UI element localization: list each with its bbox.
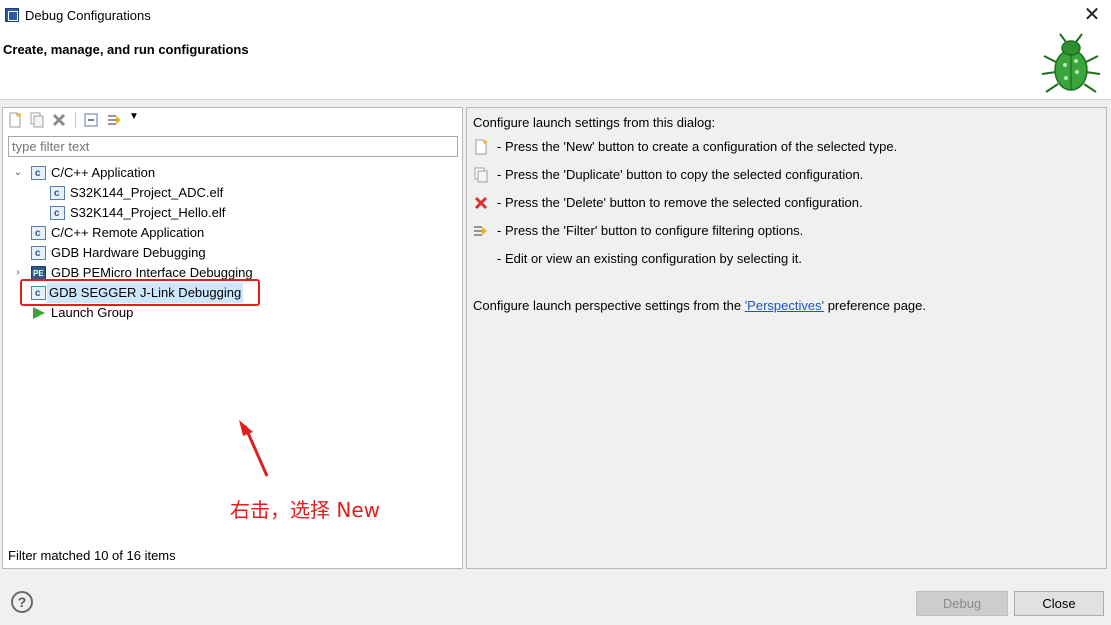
- expand-chevron-icon[interactable]: ⌄: [13, 163, 23, 183]
- delete-config-icon[interactable]: [51, 112, 67, 128]
- c-config-icon: [31, 164, 46, 184]
- tree-label: Launch Group: [51, 305, 134, 320]
- close-window-icon[interactable]: ✕: [1081, 4, 1103, 26]
- duplicate-config-icon[interactable]: [29, 112, 45, 128]
- configuration-tree-pane: ▼ ⌄ C/C++ Application S32K144_Project_AD…: [2, 107, 463, 569]
- filter-dropdown-icon[interactable]: ▼: [129, 111, 139, 122]
- perspectives-prefix: Configure launch perspective settings fr…: [473, 298, 745, 313]
- title-bar: Debug Configurations ✕: [0, 0, 1111, 30]
- toolbar-separator: [75, 112, 76, 128]
- filter-status: Filter matched 10 of 16 items: [8, 548, 176, 563]
- c-config-icon: [31, 224, 46, 244]
- annotation-text: 右击，选择 New: [230, 498, 380, 522]
- filter-icon[interactable]: [107, 112, 123, 128]
- tree-label: C/C++ Application: [51, 165, 156, 180]
- delete-icon: [474, 196, 488, 210]
- tree-item-cpp-remote[interactable]: C/C++ Remote Application: [3, 223, 462, 244]
- pemicro-icon: [31, 264, 46, 284]
- tree-toolbar: ▼: [3, 108, 462, 132]
- help-text: - Press the 'Duplicate' button to copy t…: [497, 167, 864, 182]
- annotation-arrow: [239, 420, 269, 477]
- app-icon: [5, 8, 19, 22]
- new-config-icon[interactable]: [7, 112, 23, 128]
- tree-item-adc-elf[interactable]: S32K144_Project_ADC.elf: [3, 183, 462, 204]
- filter-icon: [474, 226, 487, 236]
- c-config-icon: [50, 184, 65, 204]
- perspectives-link[interactable]: 'Perspectives': [745, 298, 824, 313]
- perspectives-suffix: preference page.: [824, 298, 926, 313]
- help-text: - Press the 'Delete' button to remove th…: [497, 195, 863, 210]
- window-title: Debug Configurations: [25, 8, 151, 23]
- tree-item-cpp-application[interactable]: ⌄ C/C++ Application: [3, 163, 462, 184]
- dialog-header: Create, manage, and run configurations: [0, 30, 1111, 100]
- new-icon: [475, 139, 487, 155]
- help-icon[interactable]: ?: [11, 591, 33, 613]
- intro-text: Configure launch settings from this dial…: [473, 115, 716, 130]
- help-text: - Press the 'Filter' button to configure…: [497, 223, 804, 238]
- info-pane: Configure launch settings from this dial…: [466, 107, 1107, 569]
- duplicate-icon: [474, 167, 488, 183]
- launch-group-icon: [33, 307, 45, 319]
- tree-label: C/C++ Remote Application: [51, 225, 205, 240]
- perspectives-line: Configure launch perspective settings fr…: [473, 298, 926, 313]
- bug-icon: [1041, 33, 1101, 93]
- close-button[interactable]: Close: [1014, 591, 1104, 616]
- help-text: - Press the 'New' button to create a con…: [497, 139, 898, 154]
- highlight-box: [20, 279, 260, 306]
- tree-item-launch-group[interactable]: Launch Group: [3, 303, 462, 323]
- tree-item-gdb-hardware[interactable]: GDB Hardware Debugging: [3, 243, 462, 264]
- tree-label: S32K144_Project_Hello.elf: [70, 205, 226, 220]
- tree-label: GDB Hardware Debugging: [51, 245, 206, 260]
- collapse-all-icon[interactable]: [83, 112, 99, 128]
- tree-label: S32K144_Project_ADC.elf: [70, 185, 224, 200]
- filter-input[interactable]: [8, 136, 458, 157]
- help-text: - Edit or view an existing configuration…: [497, 251, 802, 266]
- tree-item-hello-elf[interactable]: S32K144_Project_Hello.elf: [3, 203, 462, 224]
- debug-button[interactable]: Debug: [916, 591, 1008, 616]
- c-config-icon: [50, 204, 65, 224]
- c-config-icon: [31, 244, 46, 264]
- header-title: Create, manage, and run configurations: [3, 42, 249, 57]
